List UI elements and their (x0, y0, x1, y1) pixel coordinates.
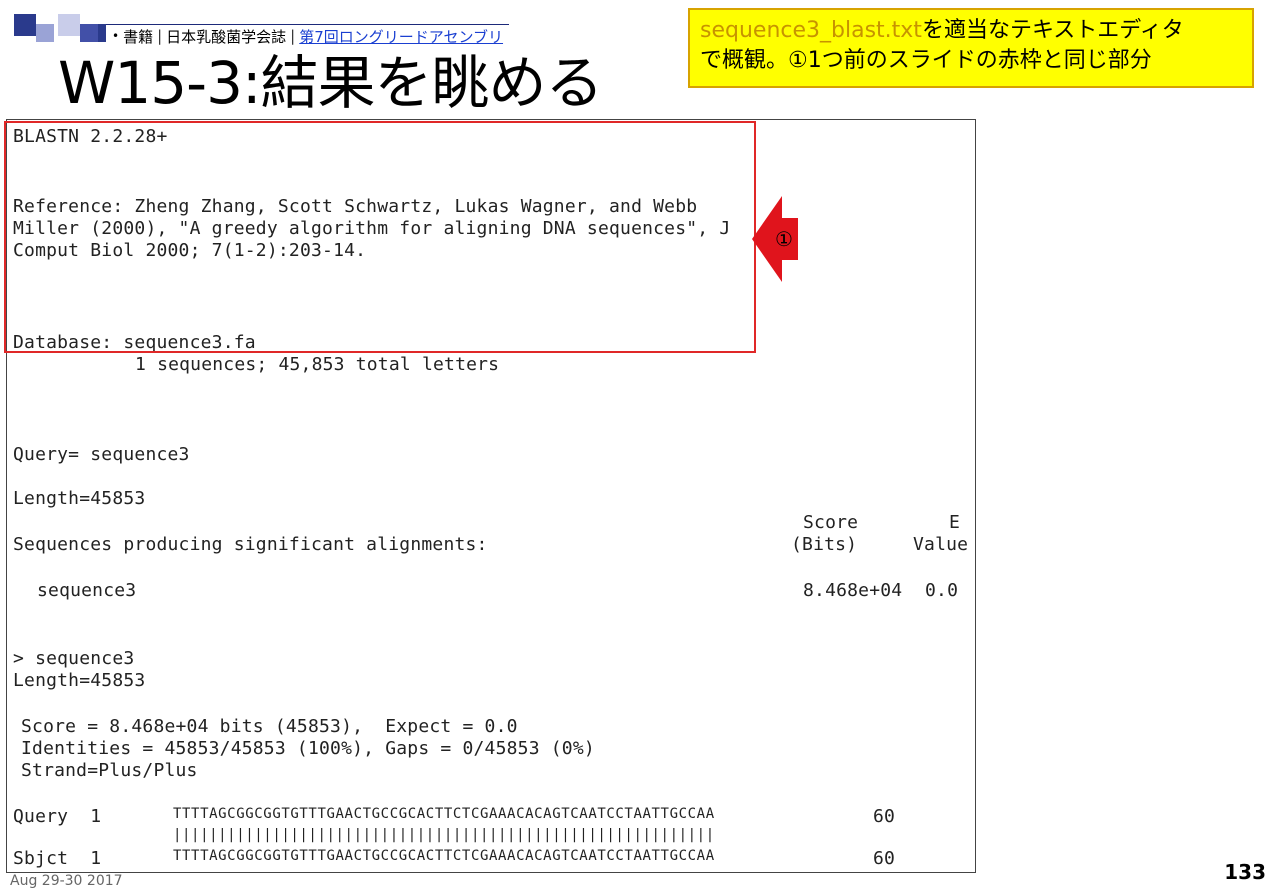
query-end: 60 (873, 806, 896, 827)
breadcrumb-link[interactable]: 第7回ロングリードアセンブリ (299, 26, 503, 47)
callout-filename: sequence3_blast.txt (700, 18, 922, 43)
marker-label: ① (775, 227, 793, 251)
footer-date: Aug 29-30 2017 (10, 873, 123, 889)
strand-line: Strand=Plus/Plus (21, 760, 198, 781)
query-line: Query= sequence3 (13, 444, 190, 465)
page-number: 133 (1224, 860, 1266, 884)
callout-text: を適当なテキストエディタ (921, 18, 1184, 43)
logo-square (36, 24, 54, 42)
hit-name: sequence3 (37, 580, 137, 601)
breadcrumb-book: 書籍 (123, 27, 154, 46)
highlight-box (4, 121, 756, 353)
sbjct-end: 60 (873, 848, 896, 869)
arrow-left-icon: ① (752, 196, 798, 282)
hit-score: 8.468e+04 (803, 580, 903, 601)
callout-note: sequence3_blast.txtを適当なテキストエディタ で概観。①1つ前… (688, 8, 1254, 88)
database-stats: 1 sequences; 45,853 total letters (135, 354, 500, 375)
query-label: Query 1 (13, 806, 102, 827)
length-line: Length=45853 (13, 488, 146, 509)
hit-evalue: 0.0 (925, 580, 959, 601)
breadcrumb: • 書籍 | 日本乳酸菌学会誌 | 第7回ロングリードアセンブリ (106, 24, 510, 47)
callout-text: で概観。①1つ前のスライドの赤枠と同じ部分 (700, 48, 1152, 73)
breadcrumb-separator: | (290, 27, 296, 45)
query-sequence: TTTTAGCGGCGGTGTTTGAACTGCCGCACTTCTCGAAACA… (173, 806, 715, 822)
logo-square (14, 14, 36, 36)
bullet-icon: • (112, 29, 120, 43)
subject-length: Length=45853 (13, 670, 146, 691)
alignments-header: Sequences producing significant alignmen… (13, 534, 488, 555)
identities-line: Identities = 45853/45853 (100%), Gaps = … (21, 738, 595, 759)
logo-square (58, 14, 80, 36)
subject-line: > sequence3 (13, 648, 135, 669)
e-header: E (949, 512, 961, 533)
breadcrumb-society: 日本乳酸菌学会誌 (166, 27, 287, 46)
value-header: Value (913, 534, 969, 555)
logo-square (80, 24, 98, 42)
sbjct-label: Sbjct 1 (13, 848, 102, 869)
match-line: ||||||||||||||||||||||||||||||||||||||||… (173, 827, 715, 843)
bits-header: (Bits) (791, 534, 858, 555)
score-header: Score (803, 512, 859, 533)
score-line: Score = 8.468e+04 bits (45853), Expect =… (21, 716, 518, 737)
breadcrumb-separator: | (157, 27, 163, 45)
page-title: W15-3:結果を眺める (58, 49, 604, 117)
sbjct-sequence: TTTTAGCGGCGGTGTTTGAACTGCCGCACTTCTCGAAACA… (173, 848, 715, 864)
